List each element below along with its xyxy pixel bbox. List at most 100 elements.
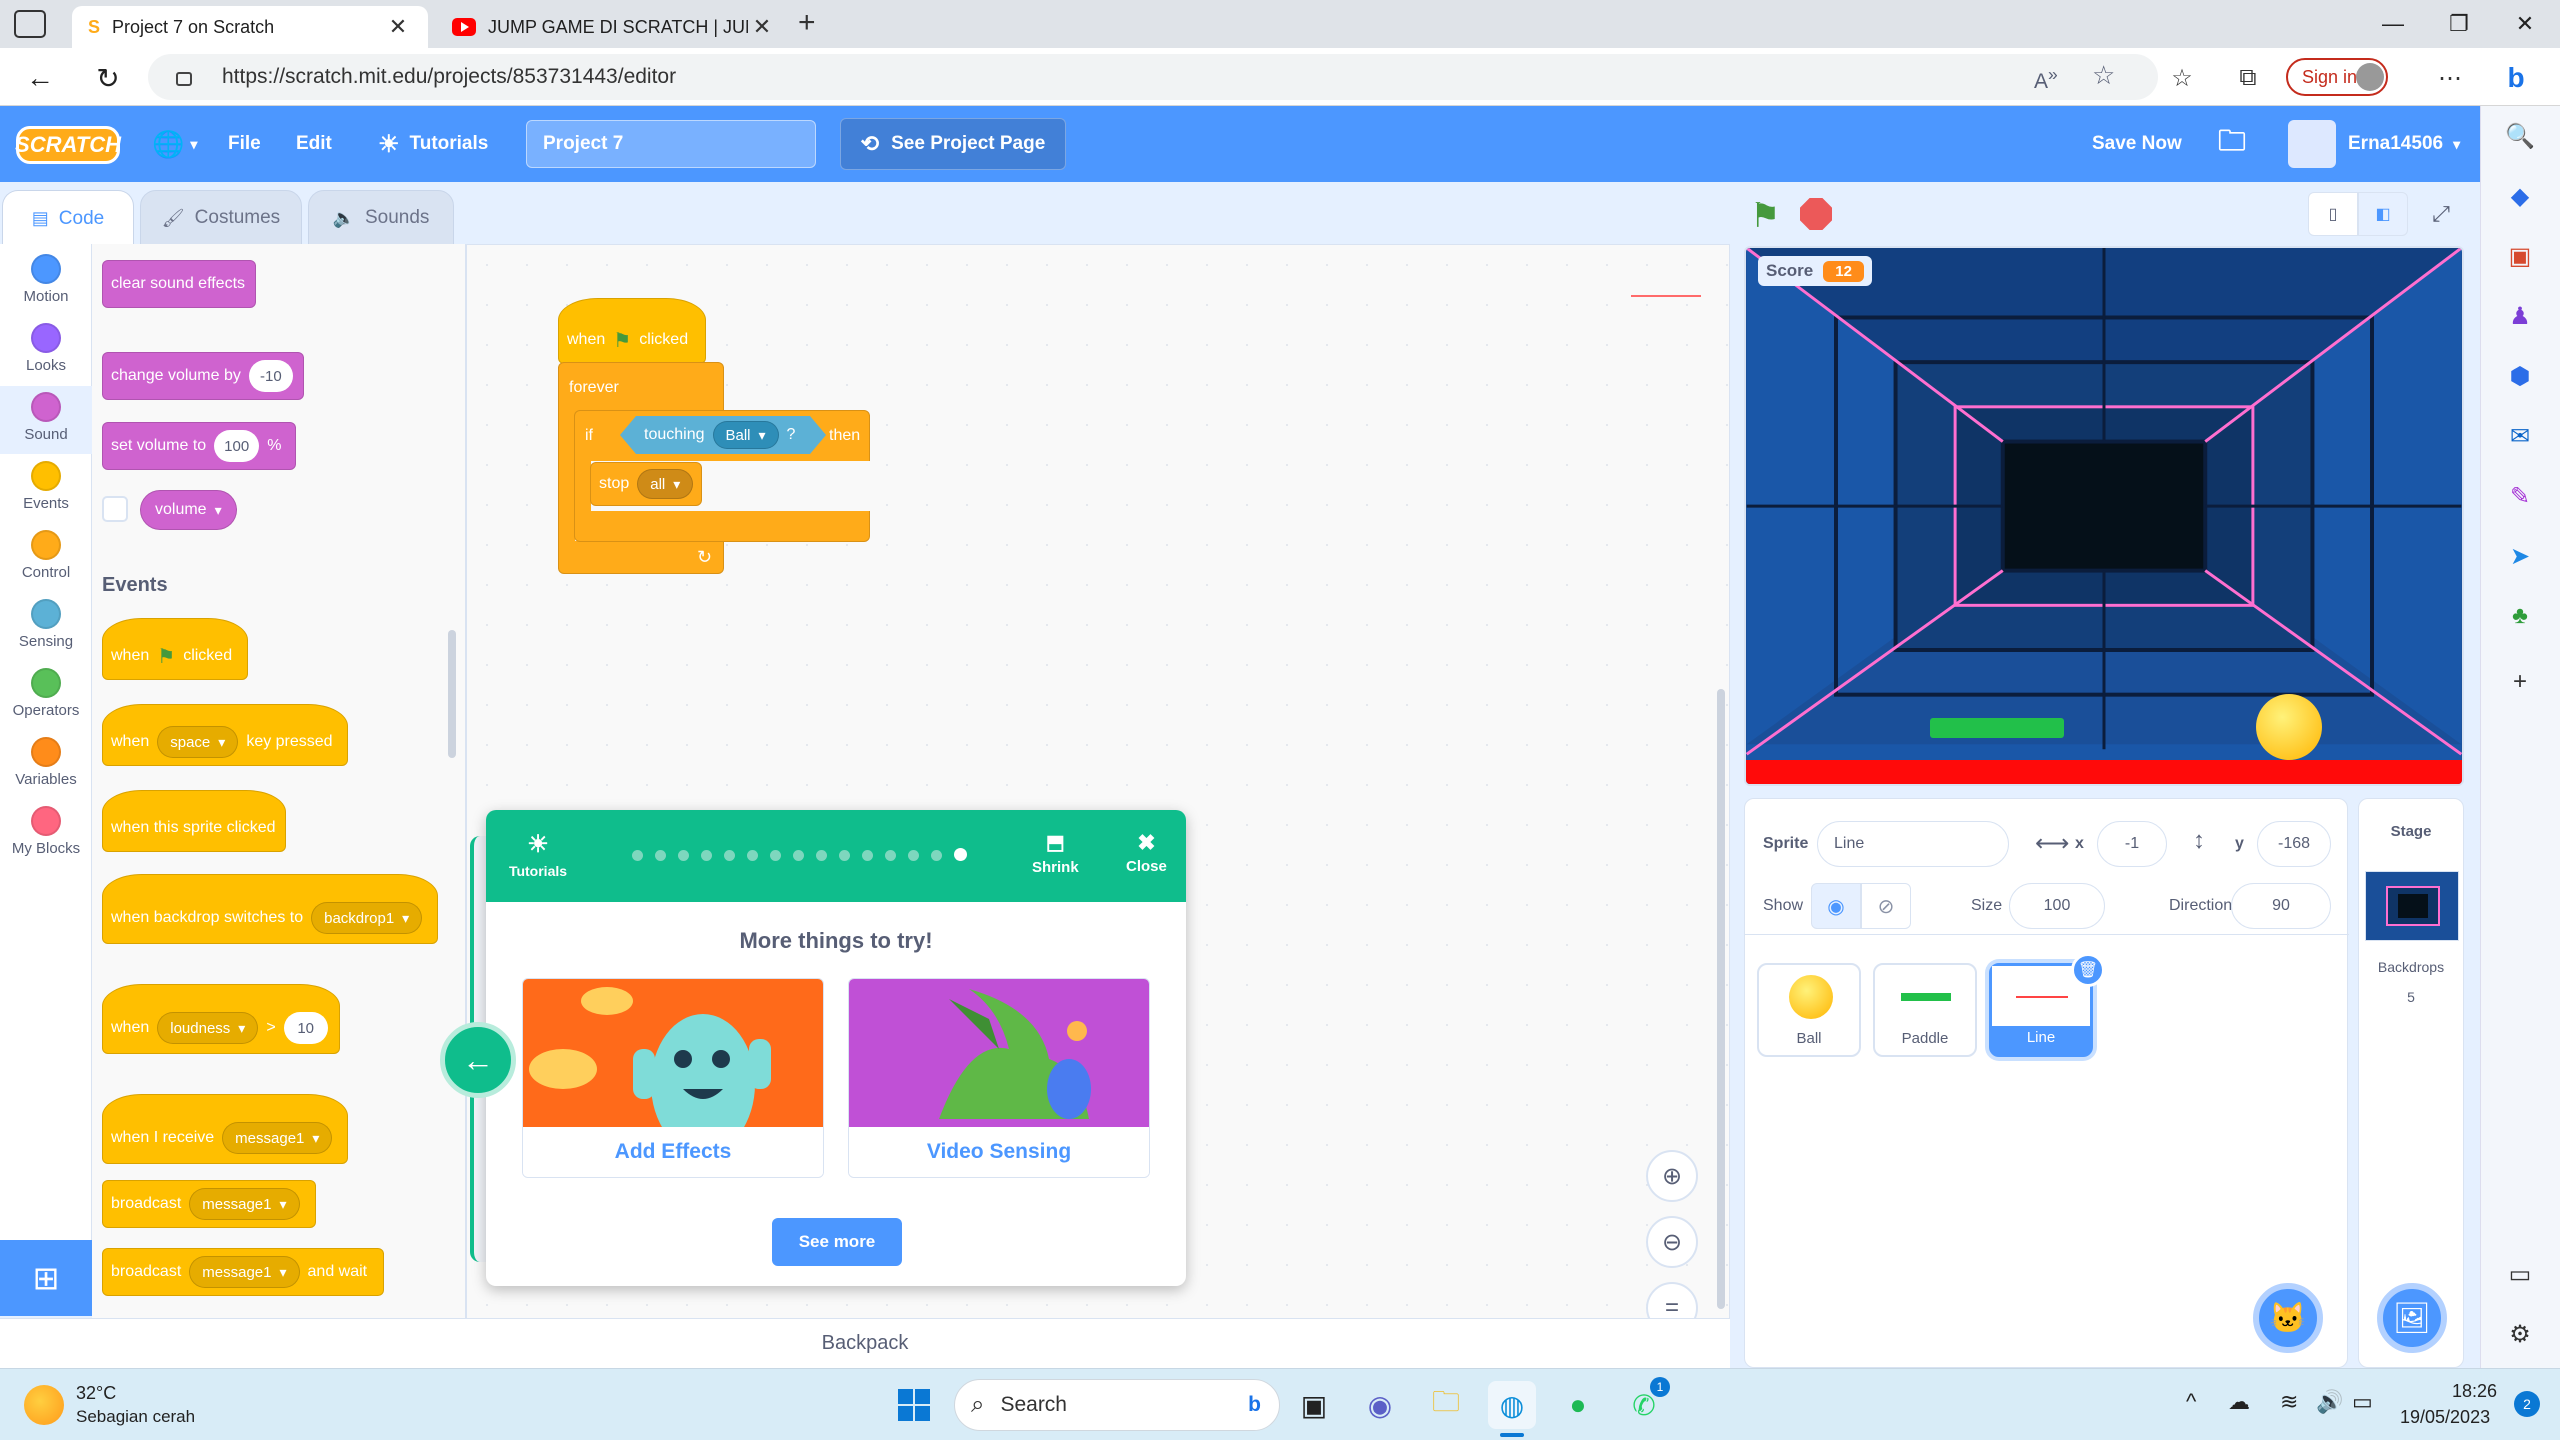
key-dropdown[interactable]: space: [157, 726, 239, 758]
volume-checkbox[interactable]: [102, 496, 128, 522]
url-text[interactable]: https://scratch.mit.edu/projects/8537314…: [222, 54, 676, 100]
script-when-flag-clicked[interactable]: when ⚑ clicked: [558, 298, 706, 364]
large-stage-button[interactable]: ◧: [2358, 192, 2408, 236]
close-icon[interactable]: ✕: [384, 14, 412, 40]
tutorials-header-button[interactable]: ☀ Tutorials: [498, 830, 578, 879]
sidebar-designer-icon[interactable]: ✎: [2500, 476, 2540, 516]
x-input[interactable]: -1: [2097, 821, 2167, 867]
tab-costumes[interactable]: 🖌 Costumes: [140, 190, 302, 246]
category-operators[interactable]: Operators: [0, 662, 92, 730]
video-sensing-card[interactable]: Video Sensing: [848, 978, 1150, 1178]
project-title-input[interactable]: Project 7: [526, 120, 816, 168]
language-button[interactable]: 🌐 ▾: [152, 106, 197, 182]
block-change-volume[interactable]: change volume by -10: [102, 352, 304, 400]
stage-pane[interactable]: Stage Backdrops 5 🖼: [2358, 798, 2464, 1368]
block-when-flag-clicked[interactable]: when ⚑ clicked: [102, 618, 248, 680]
account-menu[interactable]: Erna14506 ▾: [2348, 106, 2460, 182]
lock-icon[interactable]: [176, 72, 192, 86]
back-icon[interactable]: ←: [18, 56, 62, 100]
paddle-sprite[interactable]: [1930, 718, 2064, 738]
category-my-blocks[interactable]: My Blocks: [0, 800, 92, 868]
y-input[interactable]: -168: [2257, 821, 2331, 867]
save-now-button[interactable]: Save Now: [2092, 106, 2182, 182]
step-dot[interactable]: [931, 850, 942, 861]
step-dot[interactable]: [954, 848, 967, 861]
block-when-i-receive[interactable]: when I receive message1: [102, 1094, 348, 1164]
show-visible-button[interactable]: ◉: [1811, 883, 1861, 929]
touching-sensing-block[interactable]: touching Ball ?: [620, 416, 826, 454]
message-dropdown[interactable]: message1: [189, 1256, 300, 1288]
step-dot[interactable]: [678, 850, 689, 861]
sidebar-send-icon[interactable]: ➤: [2500, 536, 2540, 576]
category-sound[interactable]: Sound: [0, 386, 92, 454]
edit-menu[interactable]: Edit: [296, 106, 332, 182]
add-extension-button[interactable]: ⊞: [0, 1240, 92, 1316]
show-hidden-icons[interactable]: ^: [2186, 1389, 2196, 1415]
zoom-in-button[interactable]: ⊕: [1646, 1150, 1698, 1202]
step-dot[interactable]: [885, 850, 896, 861]
task-view-icon[interactable]: ▣: [1290, 1381, 1338, 1429]
battery-icon[interactable]: ▭: [2352, 1389, 2373, 1415]
more-options-icon[interactable]: ⋯: [2430, 56, 2470, 100]
small-stage-button[interactable]: ▯: [2308, 192, 2358, 236]
step-dot[interactable]: [747, 850, 758, 861]
stop-button[interactable]: [1800, 198, 1832, 230]
tab-sounds[interactable]: 🔈 Sounds: [308, 190, 454, 246]
block-volume-reporter[interactable]: volume: [140, 490, 237, 530]
network-status-icon[interactable]: ☁: [2228, 1389, 2250, 1415]
wifi-icon[interactable]: ≋: [2280, 1389, 2298, 1415]
ball-sprite[interactable]: [2256, 694, 2322, 760]
touching-target-dropdown[interactable]: Ball: [713, 421, 779, 449]
start-button[interactable]: [890, 1381, 938, 1429]
category-looks[interactable]: Looks: [0, 317, 92, 385]
notification-badge[interactable]: 2: [2514, 1391, 2540, 1417]
url-box[interactable]: https://scratch.mit.edu/projects/8537314…: [148, 54, 2158, 100]
choose-backdrop-button[interactable]: 🖼: [2377, 1283, 2447, 1353]
tab-actions-icon[interactable]: [14, 10, 46, 38]
file-explorer-icon[interactable]: 🗀: [1422, 1381, 1470, 1429]
step-dot[interactable]: [655, 850, 666, 861]
sprite-thumb-ball[interactable]: Ball: [1757, 963, 1861, 1057]
palette-scrollbar[interactable]: [448, 630, 456, 758]
step-dot[interactable]: [908, 850, 919, 861]
category-events[interactable]: Events: [0, 455, 92, 523]
category-motion[interactable]: Motion: [0, 248, 92, 316]
sprite-thumb-paddle[interactable]: Paddle: [1873, 963, 1977, 1057]
message-dropdown[interactable]: message1: [189, 1188, 300, 1220]
sidebar-settings-icon[interactable]: ⚙: [2500, 1314, 2540, 1354]
zoom-out-button[interactable]: ⊖: [1646, 1216, 1698, 1268]
favorites-icon[interactable]: ☆: [2162, 56, 2202, 100]
read-aloud-icon[interactable]: A»: [2034, 64, 2058, 94]
green-flag-button[interactable]: ⚑: [1750, 196, 1780, 236]
sprite-name-input[interactable]: Line: [1817, 821, 2009, 867]
backpack-bar[interactable]: Backpack: [0, 1318, 1730, 1368]
tab-code[interactable]: ▤ Code: [2, 190, 134, 246]
sidebar-search-icon[interactable]: 🔍: [2500, 116, 2540, 156]
volume-icon[interactable]: 🔊: [2316, 1389, 2343, 1415]
close-icon[interactable]: ✕: [748, 14, 776, 40]
category-sensing[interactable]: Sensing: [0, 593, 92, 661]
maximize-icon[interactable]: ❐: [2426, 0, 2492, 48]
spotify-icon[interactable]: ●: [1554, 1381, 1602, 1429]
clock-date[interactable]: 19/05/2023: [2400, 1407, 2490, 1428]
weather-temp[interactable]: 32°C: [76, 1383, 116, 1404]
backdrop-thumbnail[interactable]: [2365, 871, 2459, 941]
add-effects-card[interactable]: Add Effects: [522, 978, 824, 1178]
tutorials-button[interactable]: ☀ Tutorials: [378, 106, 488, 182]
sidebar-tree-icon[interactable]: ♣: [2500, 596, 2540, 636]
step-dot[interactable]: [816, 850, 827, 861]
block-when-backdrop-switches[interactable]: when backdrop switches to backdrop1: [102, 874, 438, 944]
backdrop-dropdown[interactable]: backdrop1: [311, 902, 423, 934]
category-control[interactable]: Control: [0, 524, 92, 592]
block-when-loudness[interactable]: when loudness > 10: [102, 984, 340, 1054]
tutorial-back-button[interactable]: ←: [440, 1022, 516, 1098]
show-hidden-button[interactable]: ⊘: [1861, 883, 1911, 929]
sidebar-tools-icon[interactable]: ▣: [2500, 236, 2540, 276]
size-input[interactable]: 100: [2009, 883, 2105, 929]
collections-icon[interactable]: ⧉: [2228, 56, 2268, 100]
stage-canvas[interactable]: Score 12: [1744, 246, 2464, 786]
scratch-logo[interactable]: SCRATCH: [15, 126, 121, 164]
sign-in-button[interactable]: Sign in: [2286, 58, 2388, 96]
fullscreen-button[interactable]: ⤢: [2416, 192, 2466, 236]
block-clear-sound-effects[interactable]: clear sound effects: [102, 260, 256, 308]
